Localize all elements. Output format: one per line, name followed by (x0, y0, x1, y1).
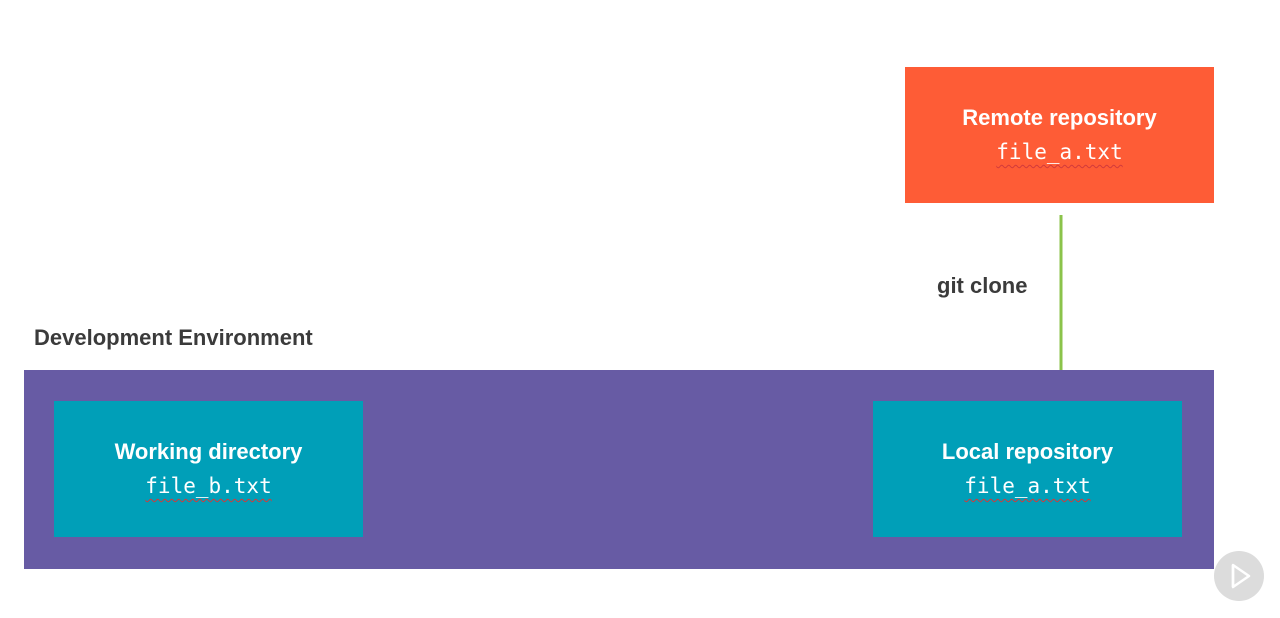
working-directory-title: Working directory (114, 439, 303, 464)
local-repository-title: Local repository (941, 439, 1114, 464)
local-repository-file: file_a.txt (964, 474, 1091, 498)
remote-repository-box: Remote repository file_a.txt (905, 67, 1214, 203)
development-environment-label: Development Environment (34, 325, 313, 350)
remote-repository-title: Remote repository (962, 105, 1157, 130)
play-icon[interactable] (1214, 551, 1266, 603)
git-clone-label: git clone (937, 273, 1028, 298)
working-directory-box: Working directory file_b.txt (54, 401, 363, 537)
local-repository-box: Local repository file_a.txt (873, 401, 1182, 537)
working-directory-file: file_b.txt (145, 474, 272, 498)
remote-repository-file: file_a.txt (996, 140, 1123, 164)
